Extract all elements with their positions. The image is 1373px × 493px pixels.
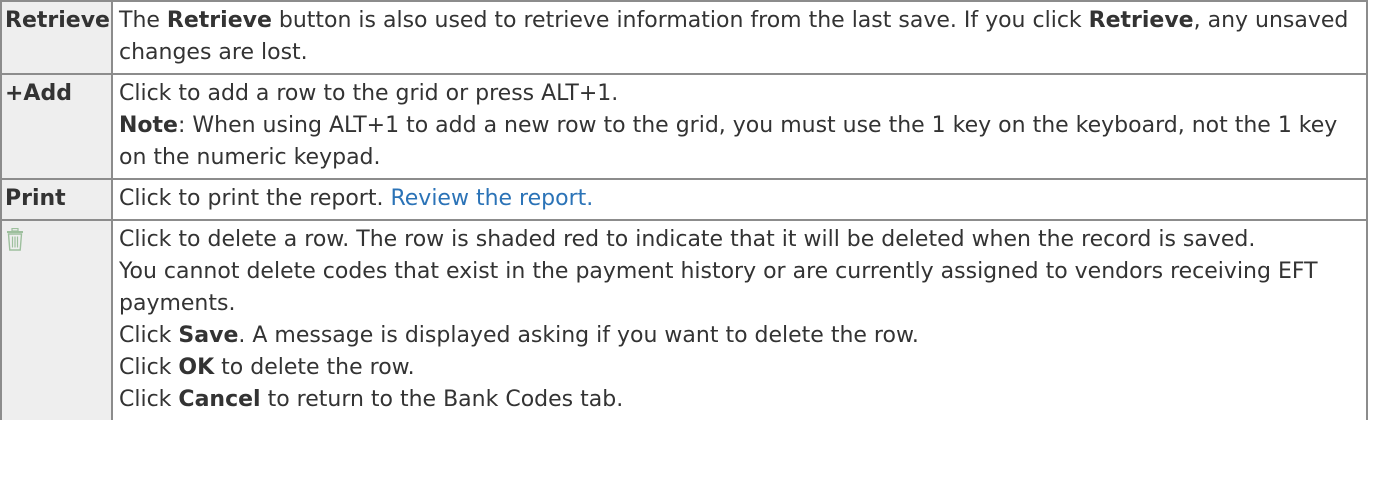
key-cell-add: +Add	[0, 73, 113, 180]
desc-cell-add: Click to add a row to the grid or press …	[111, 73, 1368, 180]
table-row-add: +Add Click to add a row to the grid or p…	[0, 73, 1368, 180]
note-text: : When using ALT+1 to add a new row to t…	[119, 113, 1338, 170]
table-row-retrieve: Retrieve The Retrieve button is also use…	[0, 0, 1368, 75]
desc-text: Click	[119, 355, 179, 380]
desc-cell-retrieve: The Retrieve button is also used to retr…	[111, 0, 1368, 75]
desc-cell-delete: Click to delete a row. The row is shaded…	[111, 219, 1368, 420]
desc-bold: Retrieve	[166, 8, 272, 33]
desc-line: Click to add a row to the grid or press …	[119, 81, 619, 106]
button-reference-table: Retrieve The Retrieve button is also use…	[0, 0, 1368, 420]
desc-text: to return to the Bank Codes tab.	[260, 387, 624, 412]
desc-text: . A message is displayed asking if you w…	[238, 323, 919, 348]
desc-text: to delete the row.	[214, 355, 415, 380]
desc-bold: Retrieve	[1088, 8, 1194, 33]
desc-line-save: Click Save. A message is displayed askin…	[119, 320, 1360, 352]
desc-cell-print: Click to print the report. Review the re…	[111, 178, 1368, 221]
note-line: Note: When using ALT+1 to add a new row …	[119, 110, 1360, 174]
desc-line: Click to delete a row. The row is shaded…	[119, 227, 1256, 252]
desc-line-cancel: Click Cancel to return to the Bank Codes…	[119, 384, 1360, 416]
review-report-link[interactable]: Review the report.	[390, 186, 593, 211]
trash-icon[interactable]	[6, 227, 24, 252]
key-cell-retrieve: Retrieve	[0, 0, 113, 75]
desc-text: Click	[119, 323, 179, 348]
desc-text: The	[119, 8, 167, 33]
key-cell-delete	[0, 219, 113, 420]
desc-text: button is also used to retrieve informat…	[271, 8, 1089, 33]
note-label: Note	[119, 113, 178, 138]
desc-line-ok: Click OK to delete the row.	[119, 352, 1360, 384]
key-cell-print: Print	[0, 178, 113, 221]
desc-text: Click	[119, 387, 179, 412]
desc-bold: Save	[178, 323, 239, 348]
desc-text: Click to print the report.	[119, 186, 391, 211]
table-row-delete: Click to delete a row. The row is shaded…	[0, 219, 1368, 420]
desc-line: You cannot delete codes that exist in th…	[119, 259, 1318, 316]
table-row-print: Print Click to print the report. Review …	[0, 178, 1368, 221]
desc-bold: Cancel	[178, 387, 261, 412]
desc-bold: OK	[178, 355, 215, 380]
